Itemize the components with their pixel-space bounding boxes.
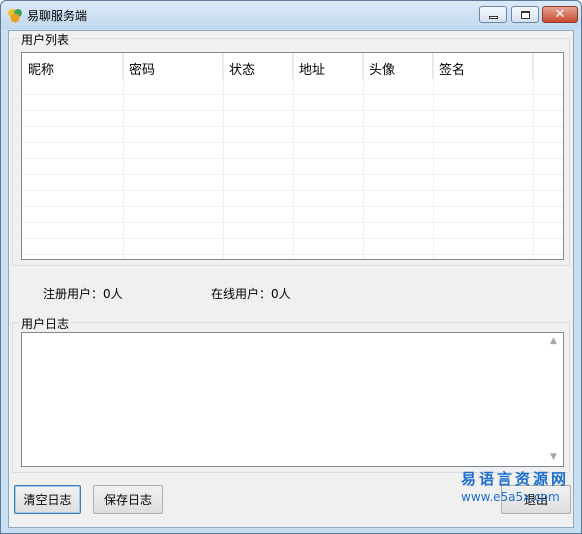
user-log-group: 用户日志 ▲ ▼ [12,315,570,473]
column-header-signature[interactable]: 签名 [433,53,533,79]
user-list-view[interactable]: 昵称 密码 状态 地址 头像 签名 [21,52,564,260]
app-icon [8,9,22,23]
close-button[interactable]: ✕ [542,6,578,23]
scroll-up-icon[interactable]: ▲ [550,336,557,346]
client-area: 用户列表 昵称 密码 状态 地址 头像 签名 注册用户：0人 在线用户：0人 用… [8,30,574,528]
column-header-nickname[interactable]: 昵称 [22,53,123,79]
online-users-value: 0人 [271,287,291,301]
user-list-group: 用户列表 昵称 密码 状态 地址 头像 签名 [12,31,570,266]
watermark: 易语言资源网 www.e5a5x.com [461,468,581,504]
column-header-password[interactable]: 密码 [123,53,223,79]
maximize-button[interactable] [511,6,539,23]
column-header-address[interactable]: 地址 [293,53,363,79]
column-header-avatar[interactable]: 头像 [363,53,433,79]
user-list-group-label: 用户列表 [19,31,72,48]
registered-users-label: 注册用户： [43,287,104,301]
online-users-stat: 在线用户：0人 [211,285,291,302]
column-header-status[interactable]: 状态 [223,53,293,79]
scroll-down-icon[interactable]: ▼ [550,452,557,462]
user-log-group-label: 用户日志 [19,315,72,332]
save-log-button[interactable]: 保存日志 [93,485,163,514]
watermark-url: www.e5a5x.com [461,490,560,504]
user-log-textarea[interactable]: ▲ ▼ [21,332,564,467]
clear-log-button[interactable]: 清空日志 [14,485,81,514]
maximize-icon [520,10,530,19]
close-icon: ✕ [554,7,566,22]
minimize-button[interactable] [479,6,507,23]
minimize-icon [488,15,498,19]
title-bar[interactable]: 易聊服务端 ✕ [1,1,581,29]
registered-users-stat: 注册用户：0人 [43,285,123,302]
registered-users-value: 0人 [103,287,123,301]
window-title: 易聊服务端 [27,9,88,23]
app-window: 易聊服务端 ✕ 用户列表 昵称 密码 状态 地址 头像 签名 注册用户：0人 在… [0,0,582,534]
online-users-label: 在线用户： [211,287,272,301]
watermark-brand: 易语言资源网 [461,470,570,488]
log-scrollbar[interactable]: ▲ ▼ [546,333,563,466]
